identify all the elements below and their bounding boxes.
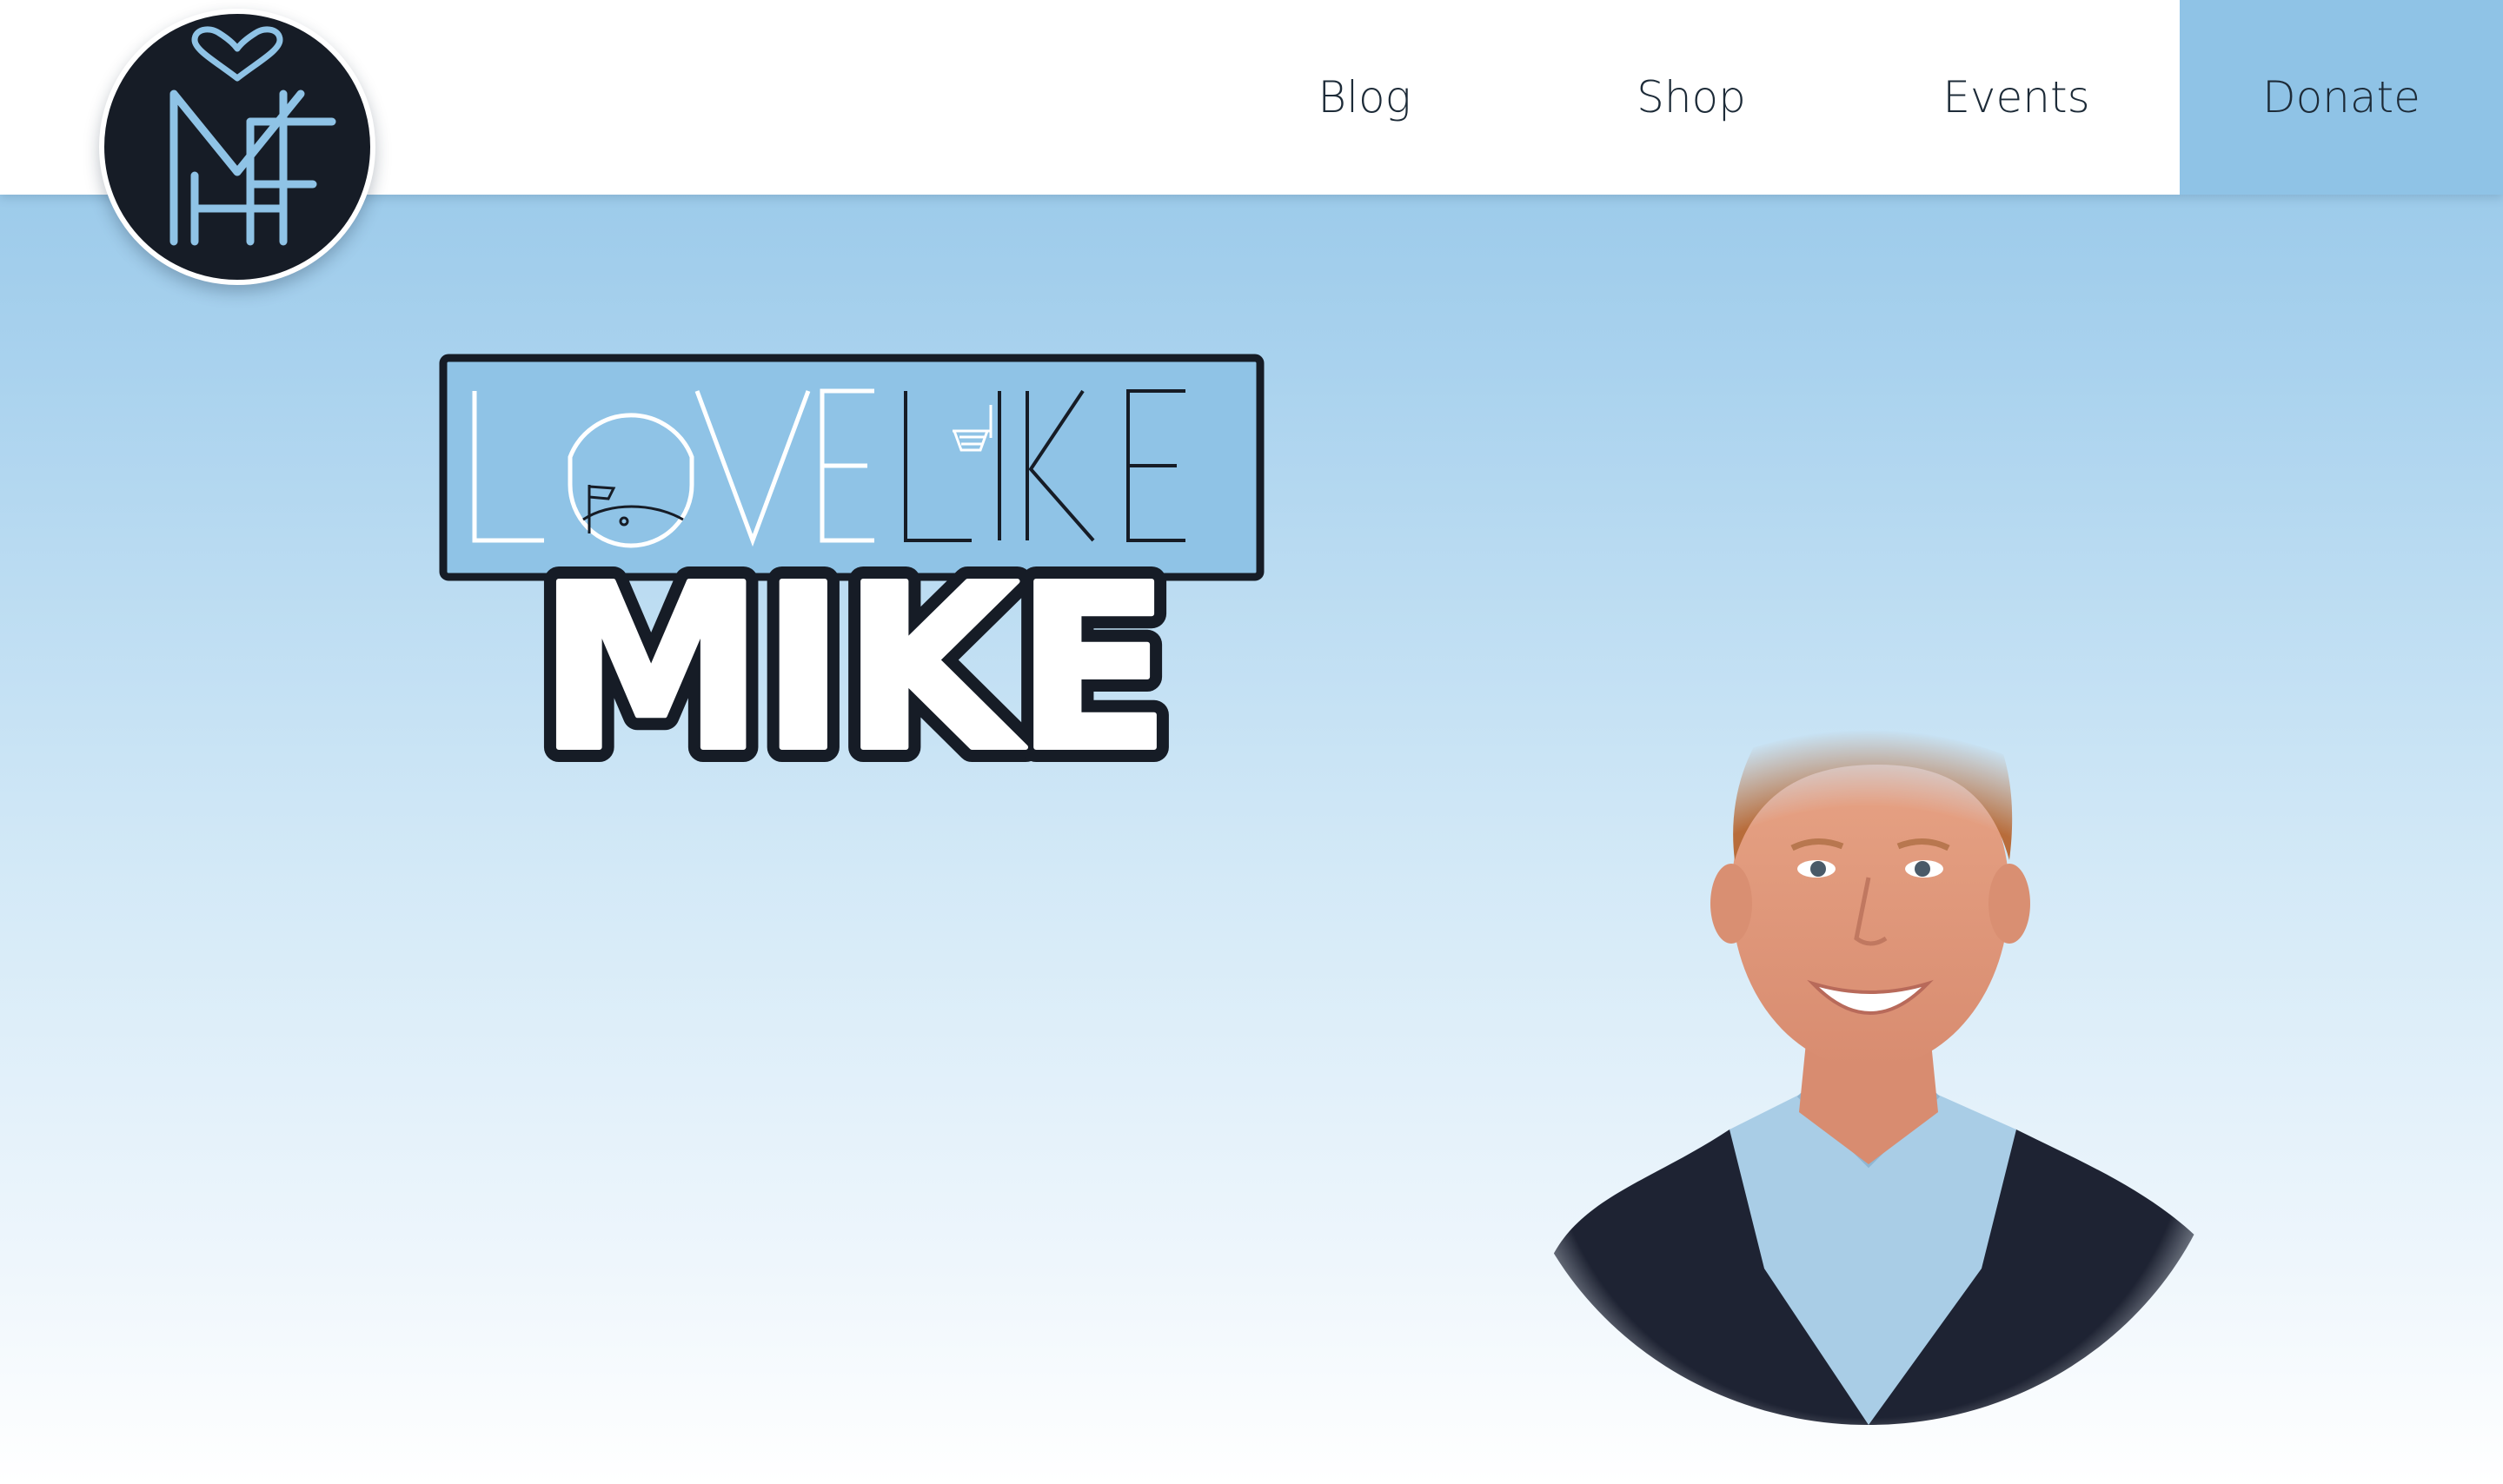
donate-button[interactable]: Donate (2180, 0, 2503, 195)
logo-word-mike: MIKE (538, 536, 1167, 801)
top-navigation-bar: Blog Shop Events Donate (0, 0, 2503, 195)
site-logo-mhf[interactable] (99, 9, 375, 285)
nav-shop-link[interactable]: Shop (1578, 0, 1804, 195)
mike-portrait-photo (1512, 643, 2234, 1425)
nav-events-link[interactable]: Events (1903, 0, 2129, 195)
heart-monogram-icon (169, 26, 336, 246)
nav-blog-link[interactable]: Blog (1252, 0, 1477, 195)
person-portrait-icon (1530, 661, 2234, 1425)
love-like-mike-logo: MIKE MIKE (439, 354, 1265, 816)
